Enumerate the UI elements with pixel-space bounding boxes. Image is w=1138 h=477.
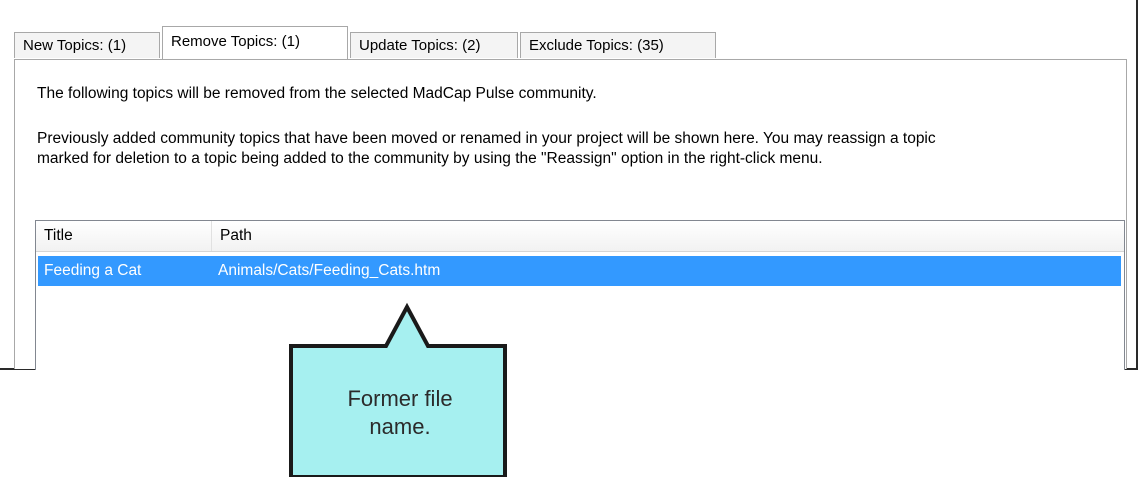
callout-line-1: Former file [347,386,453,411]
callout-line-2: name. [369,414,431,439]
callout-text: Former file name. [300,385,500,441]
callout-bubble [289,302,507,477]
tab-remove-topics[interactable]: Remove Topics: (1) [162,26,348,59]
